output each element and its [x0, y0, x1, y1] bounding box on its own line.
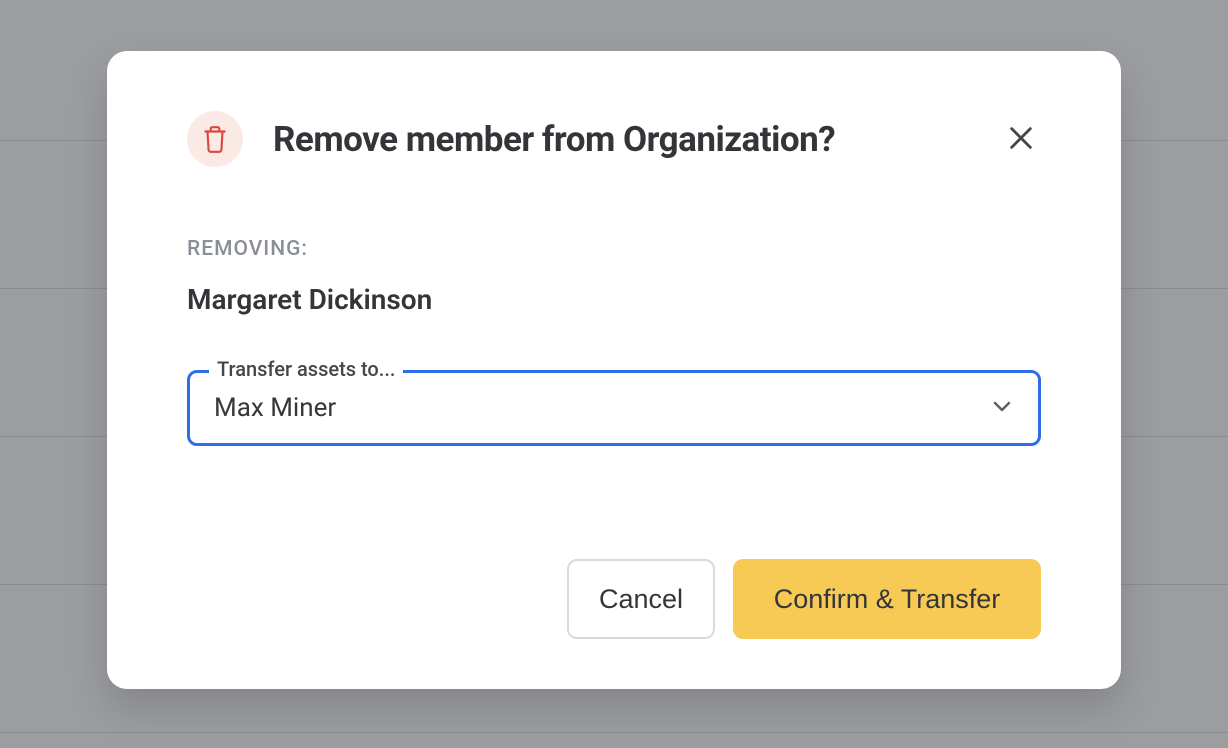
cancel-button[interactable]: Cancel: [567, 559, 715, 639]
removing-section: REMOVING: Margaret Dickinson: [187, 237, 1041, 316]
transfer-select-value: Max Miner: [214, 393, 336, 423]
trash-icon: [187, 111, 243, 167]
chevron-down-icon: [990, 394, 1014, 422]
transfer-select-wrap: Transfer assets to... Max Miner: [187, 370, 1041, 446]
removing-label: REMOVING:: [187, 237, 1041, 261]
confirm-transfer-button[interactable]: Confirm & Transfer: [733, 559, 1041, 639]
modal-title: Remove member from Organization?: [273, 119, 971, 160]
transfer-select-legend: Transfer assets to...: [209, 357, 403, 381]
remove-member-modal: Remove member from Organization? REMOVIN…: [107, 51, 1121, 689]
modal-header: Remove member from Organization?: [187, 111, 1041, 167]
modal-footer: Cancel Confirm & Transfer: [187, 559, 1041, 639]
removing-name: Margaret Dickinson: [187, 283, 1041, 316]
transfer-select[interactable]: Max Miner: [187, 370, 1041, 446]
bg-divider: [0, 732, 1228, 733]
close-button[interactable]: [1001, 118, 1041, 161]
close-icon: [1007, 124, 1035, 155]
